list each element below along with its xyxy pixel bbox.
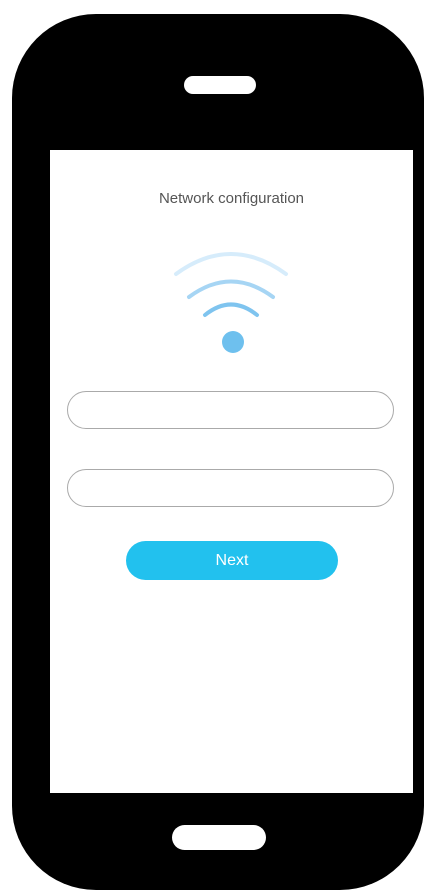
home-button[interactable] — [172, 825, 266, 850]
phone-screen: Network configuration Next — [50, 150, 413, 793]
phone-frame: Network configuration Next — [12, 14, 424, 890]
wifi-icon — [174, 252, 288, 353]
wifi-arc-outer — [174, 252, 288, 276]
wifi-dot — [222, 331, 244, 353]
speaker-slot — [184, 76, 256, 94]
page-title: Network configuration — [158, 190, 305, 207]
next-button[interactable]: Next — [126, 541, 338, 580]
network-password-field[interactable] — [67, 469, 394, 507]
wifi-arc-inner — [203, 302, 259, 317]
wifi-arc-middle — [187, 279, 275, 299]
network-name-field[interactable] — [67, 391, 394, 429]
